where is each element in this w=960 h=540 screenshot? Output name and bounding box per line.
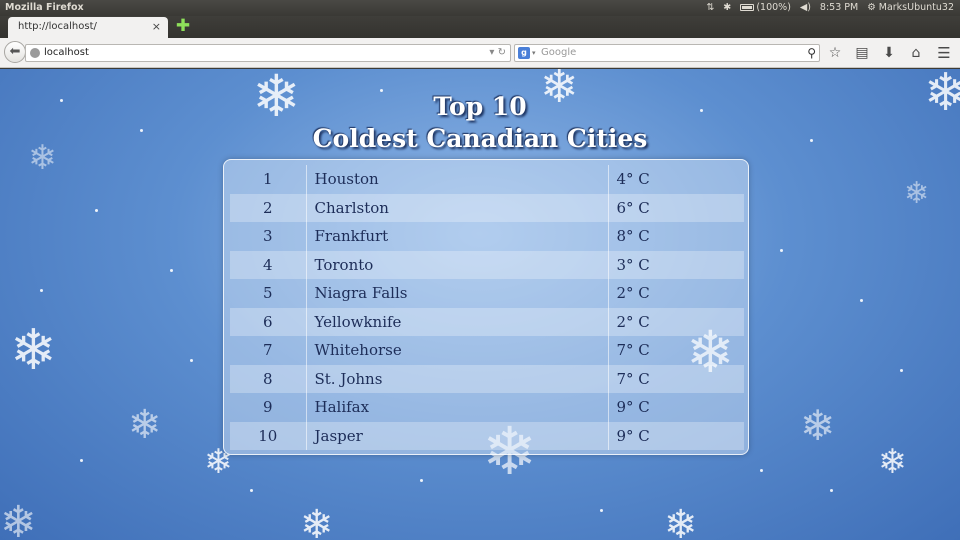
rank-cell: 1 [262, 170, 273, 189]
network-icon[interactable]: ⇅ [706, 0, 714, 16]
temp-cell: 7° C [608, 364, 744, 393]
rank-cell: 7 [262, 341, 273, 360]
tab-strip: http://localhost/ × ✚ [0, 16, 960, 38]
snowflake-icon: ❄ [878, 442, 907, 482]
new-tab-icon[interactable]: ✚ [175, 17, 191, 36]
table-row: 4 Toronto 3° C [230, 250, 744, 279]
page-viewport: ❄ ❄ ❄ ❄ ❄ ❄ ❄ ❄ ❄ ❄ ❄ ❄ ❄ ❄ ❄ Top 10 Col… [0, 69, 960, 540]
home-icon[interactable]: ⌂ [907, 44, 925, 62]
bluetooth-icon[interactable]: ✱ [723, 0, 731, 16]
snowflake-icon: ❄ [904, 176, 930, 211]
menu-icon[interactable]: ☰ [935, 44, 953, 62]
city-cell: Frankfurt [305, 222, 609, 251]
app-title: Mozilla Firefox [5, 2, 84, 13]
rank-cell: 4 [230, 250, 306, 279]
table-row: 9 Halifax 9° C [230, 393, 744, 422]
table-row: 1 Houston 4° C [230, 165, 744, 194]
city-cell: Yellowknife [305, 307, 609, 336]
volume-icon[interactable]: ◀) [800, 0, 811, 16]
table-row: 7 Whitehorse 7° C [230, 336, 744, 365]
toolbar-icons: ☆ ▤ ⬇ ⌂ [826, 44, 925, 62]
snowflake-icon: ❄ [800, 401, 836, 450]
back-icon: ⬅ [9, 44, 21, 59]
dropdown-icon[interactable]: ▾ [489, 47, 494, 58]
back-button[interactable]: ⬅ [4, 41, 26, 63]
table-row: 5 Niagra Falls 2° C [230, 279, 744, 308]
city-cell: St. Johns [305, 364, 609, 393]
reader-icon[interactable]: ▤ [853, 44, 871, 62]
temp-cell: 3° C [608, 250, 744, 279]
search-placeholder: Google [541, 47, 577, 58]
cities-panel: 1 Houston 4° C 2 Charlston 6° C 3 Frankfurt 8°… [223, 159, 749, 455]
city-cell: Whitehorse [305, 336, 609, 365]
temp-cell: 4° C [616, 170, 650, 189]
temp-cell: 8° C [616, 227, 650, 246]
search-engine-icon[interactable]: g [518, 47, 530, 59]
city-cell: Niagra Falls [305, 279, 609, 308]
battery-indicator[interactable]: (100%) [740, 0, 791, 16]
url-text: localhost [44, 47, 89, 58]
city-cell: Charlston [305, 193, 609, 222]
city-cell: Houston [305, 165, 609, 194]
city-cell: Halifax [305, 393, 609, 422]
navigation-toolbar: ⬅ localhost ▾ ↻ g ▾ Google ⚲ ☆ ▤ ⬇ ⌂ ☰ [0, 38, 960, 68]
user-menu[interactable]: ⚙ MarksUbuntu32 [867, 0, 954, 16]
tab-localhost[interactable]: http://localhost/ × [8, 17, 168, 38]
reload-icon[interactable]: ↻ [498, 47, 506, 58]
engine-dropdown-icon[interactable]: ▾ [532, 45, 536, 61]
snowflake-icon: ❄ [300, 502, 334, 540]
user-name: MarksUbuntu32 [878, 2, 954, 13]
table-row: 2 Charlston 6° C [230, 193, 744, 222]
system-tray: ⇅ ✱ (100%) ◀) 8:53 PM ⚙ MarksUbuntu32 [706, 0, 954, 16]
snowflake-icon: ❄ [10, 318, 57, 383]
gear-icon: ⚙ [867, 2, 879, 13]
snowflake-icon: ❄ [0, 497, 37, 540]
rank-cell: 10 [230, 421, 306, 450]
rank-cell: 2 [230, 193, 306, 222]
rank-cell: 6 [230, 307, 306, 336]
table-row: 8 St. Johns 7° C [230, 364, 744, 393]
snowflake-icon: ❄ [664, 502, 698, 540]
rank-cell: 5 [262, 284, 273, 303]
battery-percent: (100%) [756, 2, 791, 13]
cities-table: 1 Houston 4° C 2 Charlston 6° C 3 Frankfurt 8°… [230, 165, 744, 450]
temp-cell: 2° C [608, 307, 744, 336]
tab-title: http://localhost/ [18, 21, 97, 32]
title-line-1: Top 10 [433, 92, 527, 121]
system-top-panel: Mozilla Firefox ⇅ ✱ (100%) ◀) 8:53 PM ⚙ … [0, 0, 960, 16]
rank-cell: 8 [230, 364, 306, 393]
city-cell: Jasper [305, 421, 609, 450]
temp-cell: 6° C [608, 193, 744, 222]
temp-cell: 9° C [608, 421, 744, 450]
search-icon[interactable]: ⚲ [807, 45, 816, 61]
table-row: 6 Yellowknife 2° C [230, 307, 744, 336]
clock[interactable]: 8:53 PM [820, 0, 858, 16]
temp-cell: 7° C [616, 341, 650, 360]
globe-icon [30, 48, 40, 58]
table-row: 3 Frankfurt 8° C [230, 222, 744, 251]
temp-cell: 9° C [616, 398, 650, 417]
battery-icon [740, 4, 755, 11]
title-line-2: Coldest Canadian Cities [312, 124, 648, 153]
tab-close-icon[interactable]: × [152, 17, 161, 37]
rank-cell: 9 [262, 398, 273, 417]
city-cell: Toronto [305, 250, 609, 279]
page-title: Top 10 Coldest Canadian Cities [0, 92, 960, 155]
rank-cell: 3 [262, 227, 273, 246]
temp-cell: 2° C [616, 284, 650, 303]
url-bar[interactable]: localhost ▾ ↻ [25, 44, 511, 62]
snowflake-icon: ❄ [128, 402, 162, 448]
search-bar[interactable]: g ▾ Google ⚲ [514, 44, 820, 62]
download-icon[interactable]: ⬇ [880, 44, 898, 62]
table-row: 10 Jasper 9° C [230, 421, 744, 450]
url-actions: ▾ ↻ [489, 45, 506, 61]
bookmark-star-icon[interactable]: ☆ [826, 44, 844, 62]
